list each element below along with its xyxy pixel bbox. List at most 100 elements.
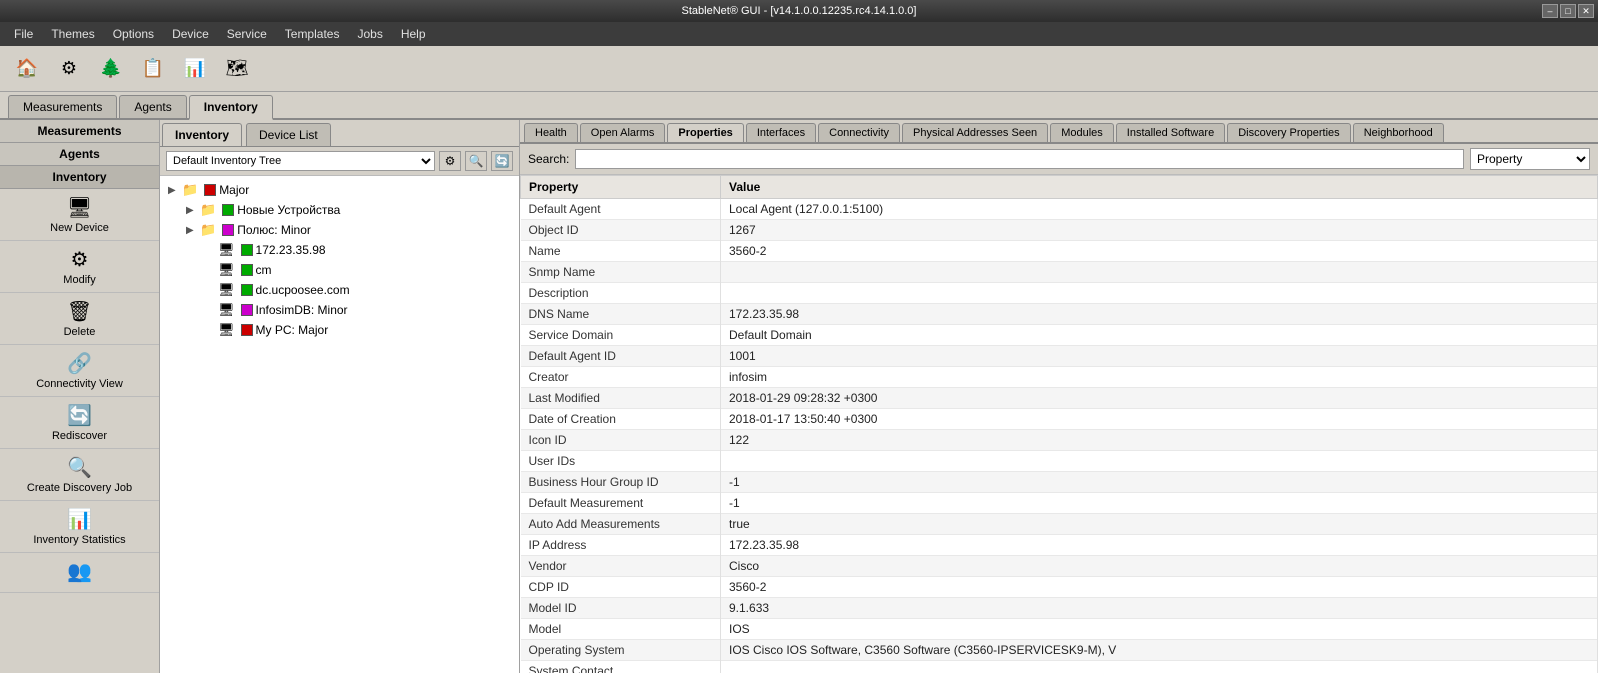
titlebar: StableNet® GUI - [v14.1.0.0.12235.rc4.14…: [0, 0, 1598, 22]
toolbar: 🏠 ⚙ 🌲 📋 📊 🗺: [0, 46, 1598, 92]
close-button[interactable]: ✕: [1578, 4, 1594, 18]
maximize-button[interactable]: □: [1560, 4, 1576, 18]
tree-node[interactable]: ▶📁Новые Устройства: [160, 200, 519, 220]
delete-action[interactable]: 🗑 Delete: [0, 293, 159, 345]
property-name: User IDs: [521, 451, 721, 472]
menu-item-help[interactable]: Help: [393, 25, 434, 43]
tree-node[interactable]: 🖥My PC: Major: [160, 320, 519, 340]
props-tab-installed-software[interactable]: Installed Software: [1116, 123, 1225, 142]
sidebar: Measurements Agents Inventory 🖥 New Devi…: [0, 120, 160, 673]
tree-color-indicator: [204, 184, 216, 196]
toolbar-btn-grid[interactable]: 📋: [134, 52, 172, 86]
table-row: DNS Name172.23.35.98: [521, 304, 1598, 325]
inventory-tree-select[interactable]: Default Inventory Tree: [166, 151, 435, 171]
create-discovery-icon: 🔍: [67, 455, 92, 480]
tree-node[interactable]: 🖥InfosimDB: Minor: [160, 300, 519, 320]
tree-node-label: Major: [219, 183, 249, 197]
props-tab-health[interactable]: Health: [524, 123, 578, 142]
tree-node[interactable]: 🖥172.23.35.98: [160, 240, 519, 260]
inv-refresh-btn[interactable]: 🔄: [491, 151, 513, 171]
tree-expand-icon: ▶: [186, 225, 200, 236]
property-value: Default Domain: [721, 325, 1598, 346]
menu-item-service[interactable]: Service: [219, 25, 275, 43]
toolbar-btn-chart[interactable]: 📊: [176, 52, 214, 86]
properties-panel: HealthOpen AlarmsPropertiesInterfacesCon…: [520, 120, 1598, 673]
toolbar-btn-home[interactable]: 🏠: [8, 52, 46, 86]
tab-inventory[interactable]: Inventory: [189, 95, 273, 120]
property-value: 1001: [721, 346, 1598, 367]
property-value: IOS Cisco IOS Software, C3560 Software (…: [721, 640, 1598, 661]
table-row: Business Hour Group ID-1: [521, 472, 1598, 493]
tab-inventory[interactable]: Inventory: [162, 123, 242, 146]
props-tab-properties[interactable]: Properties: [667, 123, 743, 144]
menu-item-jobs[interactable]: Jobs: [349, 25, 390, 43]
tree-expand-icon: ▶: [186, 205, 200, 216]
menu-item-device[interactable]: Device: [164, 25, 217, 43]
main-content: Measurements Agents Inventory 🖥 New Devi…: [0, 120, 1598, 673]
tree-color-indicator: [222, 224, 234, 236]
create-discovery-label: Create Discovery Job: [27, 482, 132, 494]
toolbar-btn-settings[interactable]: ⚙: [50, 52, 88, 86]
props-tab-discovery-properties[interactable]: Discovery Properties: [1227, 123, 1350, 142]
properties-table: Property Value Default AgentLocal Agent …: [520, 175, 1598, 673]
sidebar-inventory[interactable]: Inventory: [0, 166, 159, 189]
rediscover-action[interactable]: 🔄 Rediscover: [0, 397, 159, 449]
sidebar-measurements[interactable]: Measurements: [0, 120, 159, 143]
property-value: 2018-01-29 09:28:32 +0300: [721, 388, 1598, 409]
table-row: System Contact: [521, 661, 1598, 673]
property-value: [721, 262, 1598, 283]
tree-node-label: dc.ucpoosee.com: [256, 283, 350, 297]
table-row: Model ID9.1.633: [521, 598, 1598, 619]
users-action[interactable]: 👥: [0, 553, 159, 593]
tree-node-label: My PC: Major: [256, 323, 329, 337]
props-tab-neighborhood[interactable]: Neighborhood: [1353, 123, 1444, 142]
connectivity-view-action[interactable]: 🔗 Connectivity View: [0, 345, 159, 397]
inventory-statistics-action[interactable]: 📊 Inventory Statistics: [0, 501, 159, 553]
tree-node[interactable]: 🖥cm: [160, 260, 519, 280]
table-row: Last Modified2018-01-29 09:28:32 +0300: [521, 388, 1598, 409]
new-device-icon: 🖥: [67, 195, 92, 220]
props-tab-connectivity[interactable]: Connectivity: [818, 123, 900, 142]
tree-node[interactable]: 🖥dc.ucpoosee.com: [160, 280, 519, 300]
minimize-button[interactable]: –: [1542, 4, 1558, 18]
table-row: Icon ID122: [521, 430, 1598, 451]
property-value: 172.23.35.98: [721, 535, 1598, 556]
tree-color-indicator: [241, 304, 253, 316]
property-name: Auto Add Measurements: [521, 514, 721, 535]
search-type-select[interactable]: Property Value: [1470, 148, 1590, 170]
tree-node-label: 172.23.35.98: [256, 243, 326, 257]
property-value: [721, 451, 1598, 472]
tab-measurements[interactable]: Measurements: [8, 95, 117, 118]
modify-action[interactable]: ⚙ Modify: [0, 241, 159, 293]
menu-item-options[interactable]: Options: [105, 25, 162, 43]
connectivity-view-icon: 🔗: [67, 351, 92, 376]
table-row: User IDs: [521, 451, 1598, 472]
inventory-statistics-icon: 📊: [67, 507, 92, 532]
menu-item-file[interactable]: File: [6, 25, 41, 43]
menubar: FileThemesOptionsDeviceServiceTemplatesJ…: [0, 22, 1598, 46]
menu-item-templates[interactable]: Templates: [277, 25, 348, 43]
sidebar-agents[interactable]: Agents: [0, 143, 159, 166]
tab-agents[interactable]: Agents: [119, 95, 186, 118]
menu-item-themes[interactable]: Themes: [43, 25, 102, 43]
inv-search-btn[interactable]: 🔍: [465, 151, 487, 171]
tree-node-label: cm: [256, 263, 272, 277]
new-device-action[interactable]: 🖥 New Device: [0, 189, 159, 241]
props-tab-interfaces[interactable]: Interfaces: [746, 123, 816, 142]
table-row: Date of Creation2018-01-17 13:50:40 +030…: [521, 409, 1598, 430]
inv-settings-btn[interactable]: ⚙: [439, 151, 461, 171]
tree-node[interactable]: ▶📁Полюс: Minor: [160, 220, 519, 240]
props-tab-physical-addresses-seen[interactable]: Physical Addresses Seen: [902, 123, 1048, 142]
props-tab-modules[interactable]: Modules: [1050, 123, 1114, 142]
modify-label: Modify: [63, 274, 95, 286]
toolbar-btn-tree[interactable]: 🌲: [92, 52, 130, 86]
create-discovery-job-action[interactable]: 🔍 Create Discovery Job: [0, 449, 159, 501]
connectivity-view-label: Connectivity View: [36, 378, 123, 390]
table-row: Default Agent ID1001: [521, 346, 1598, 367]
property-name: Icon ID: [521, 430, 721, 451]
props-tab-open-alarms[interactable]: Open Alarms: [580, 123, 666, 142]
tree-node[interactable]: ▶📁Major: [160, 180, 519, 200]
search-input[interactable]: [575, 149, 1464, 169]
tab-device-list[interactable]: Device List: [246, 123, 331, 146]
toolbar-btn-map[interactable]: 🗺: [218, 52, 256, 86]
